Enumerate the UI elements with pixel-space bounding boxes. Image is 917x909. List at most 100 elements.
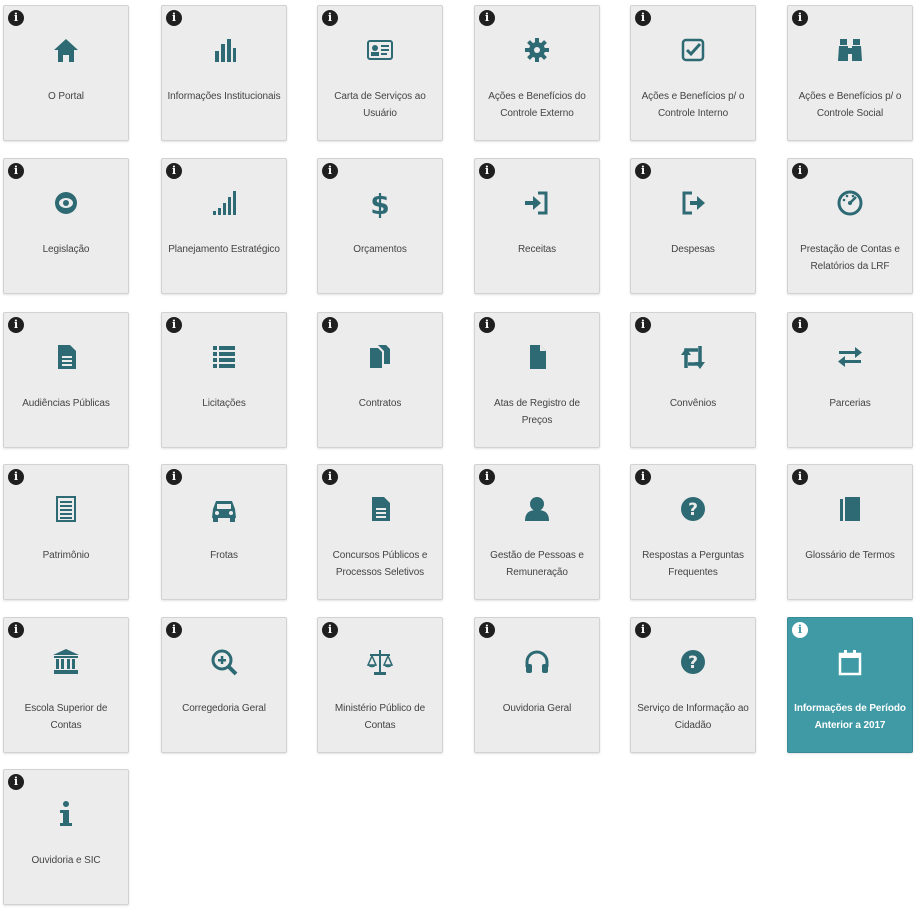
info-icon[interactable]: i xyxy=(635,622,651,638)
tile-checkbox-4[interactable]: i Ações e Benefícios p/ o Controle Intern… xyxy=(630,5,756,141)
tile-id-card-2[interactable]: i Carta de Serviços ao Usuário xyxy=(317,5,443,141)
info-icon[interactable]: i xyxy=(8,10,24,26)
document-icon xyxy=(46,337,86,377)
info-icon[interactable]: i xyxy=(792,163,808,179)
tile-binoculars-5[interactable]: i Ações e Benefícios p/ o Controle Social xyxy=(787,5,913,141)
svg-text:?: ? xyxy=(688,653,698,673)
tile-label: Convênios xyxy=(669,398,717,409)
tile-label: Ministério Público de Contas xyxy=(334,703,426,731)
svg-text:?: ? xyxy=(688,500,698,520)
info-icon[interactable]: i xyxy=(792,469,808,485)
info-icon[interactable]: i xyxy=(479,469,495,485)
tile-signal-7[interactable]: i Planejamento Estratégico xyxy=(161,158,287,294)
tile-label: Gestão de Pessoas e Remuneração xyxy=(490,550,584,578)
tile-headphones-27[interactable]: i Ouvidoria Geral xyxy=(474,617,600,753)
tile-document-12[interactable]: i Audiências Públicas xyxy=(3,312,129,448)
id-card-icon xyxy=(360,30,400,70)
info-icon[interactable]: i xyxy=(635,163,651,179)
eye-icon xyxy=(46,183,86,223)
info-icon[interactable]: i xyxy=(8,774,24,790)
tile-sign-out-10[interactable]: i Despesas xyxy=(630,158,756,294)
tile-label: Glossário de Termos xyxy=(805,550,895,561)
tile-eye-6[interactable]: i Legislação xyxy=(3,158,129,294)
tile-files-14[interactable]: i Contratos xyxy=(317,312,443,448)
tile-sign-in-9[interactable]: i Receitas xyxy=(474,158,600,294)
tile-calendar-29[interactable]: i Informações de Período Anterior a 2017 xyxy=(787,617,913,753)
bank-icon xyxy=(46,642,86,682)
tile-file-15[interactable]: i Atas de Registro de Preços xyxy=(474,312,600,448)
tile-gear-3[interactable]: i Ações e Benefícios do Controle Externo xyxy=(474,5,600,141)
tile-list-13[interactable]: i Licitações xyxy=(161,312,287,448)
tile-bar-chart-1[interactable]: i Informações Institucionais xyxy=(161,5,287,141)
retweet-icon xyxy=(673,337,713,377)
tile-label: Informações Institucionais xyxy=(167,91,281,102)
info-icon[interactable]: i xyxy=(635,10,651,26)
info-icon[interactable]: i xyxy=(479,317,495,333)
tile-label: Carta de Serviços ao Usuário xyxy=(334,91,426,119)
info-icon[interactable]: i xyxy=(166,163,182,179)
tile-label: Legislação xyxy=(42,244,90,255)
transparency-tile-grid: i O Portal i Informações Institucionais i Car… xyxy=(0,0,917,909)
tile-retweet-16[interactable]: i Convênios xyxy=(630,312,756,448)
tile-label: Ações e Benefícios p/ o Controle Interno xyxy=(641,91,745,119)
tile-label: Receitas xyxy=(517,244,557,255)
tile-ledger-18[interactable]: i Patrimônio xyxy=(3,464,129,600)
tile-zoom-in-25[interactable]: i Corregedoria Geral xyxy=(161,617,287,753)
info-icon[interactable]: i xyxy=(322,469,338,485)
info-icon[interactable]: i xyxy=(8,622,24,638)
info-icon[interactable]: i xyxy=(8,163,24,179)
tile-balance-scale-26[interactable]: i Ministério Público de Contas xyxy=(317,617,443,753)
tile-label: Orçamentos xyxy=(353,244,407,255)
headphones-icon xyxy=(517,642,557,682)
files-icon xyxy=(360,337,400,377)
tile-label: Corregedoria Geral xyxy=(182,703,266,714)
checkbox-icon xyxy=(673,30,713,70)
info-icon[interactable]: i xyxy=(322,10,338,26)
info-icon[interactable]: i xyxy=(166,469,182,485)
tile-question-28[interactable]: i? Serviço de Informação ao Cidadão xyxy=(630,617,756,753)
tile-exchange-17[interactable]: i Parcerias xyxy=(787,312,913,448)
tile-label: Informações de Período Anterior a 2017 xyxy=(794,703,906,731)
tile-label: Frotas xyxy=(210,550,238,561)
tile-label: Serviço de Informação ao Cidadão xyxy=(637,703,749,731)
tile-label: Concursos Públicos e Processos Seletivos xyxy=(332,550,428,578)
bar-chart-icon xyxy=(204,30,244,70)
book-icon xyxy=(830,489,870,529)
info-icon[interactable]: i xyxy=(322,622,338,638)
info-icon[interactable]: i xyxy=(635,469,651,485)
tile-book-23[interactable]: i Glossário de Termos xyxy=(787,464,913,600)
info-icon[interactable]: i xyxy=(166,317,182,333)
tile-bank-24[interactable]: i Escola Superior de Contas xyxy=(3,617,129,753)
binoculars-icon xyxy=(830,30,870,70)
sign-in-icon xyxy=(517,183,557,223)
tile-label: Contratos xyxy=(358,398,402,409)
info-icon[interactable]: i xyxy=(792,10,808,26)
info-icon[interactable]: i xyxy=(166,10,182,26)
info-icon[interactable]: i xyxy=(8,469,24,485)
info-icon[interactable]: i xyxy=(322,317,338,333)
info-icon[interactable]: i xyxy=(479,10,495,26)
tile-user-21[interactable]: i Gestão de Pessoas e Remuneração xyxy=(474,464,600,600)
tile-dashboard-11[interactable]: i Prestação de Contas e Relatórios da LRF xyxy=(787,158,913,294)
info-icon[interactable]: i xyxy=(8,317,24,333)
user-icon xyxy=(517,489,557,529)
info-icon[interactable]: i xyxy=(479,622,495,638)
svg-text:$: $ xyxy=(370,188,389,218)
info-icon[interactable]: i xyxy=(166,622,182,638)
info-icon[interactable]: i xyxy=(792,317,808,333)
tile-label: Ações e Benefícios p/ o Controle Social xyxy=(798,91,902,119)
tile-label: Ações e Benefícios do Controle Externo xyxy=(488,91,586,119)
info-icon[interactable]: i xyxy=(635,317,651,333)
balance-scale-icon xyxy=(360,642,400,682)
tile-dollar-8[interactable]: i $ Orçamentos xyxy=(317,158,443,294)
tile-document-20[interactable]: i Concursos Públicos e Processos Seletivo… xyxy=(317,464,443,600)
info-icon[interactable]: i xyxy=(322,163,338,179)
tile-question-22[interactable]: i? Respostas a Perguntas Frequentes xyxy=(630,464,756,600)
tile-info-letter-30[interactable]: i Ouvidoria e SIC xyxy=(3,769,129,905)
exchange-icon xyxy=(830,337,870,377)
info-icon[interactable]: i xyxy=(479,163,495,179)
tile-home-0[interactable]: i O Portal xyxy=(3,5,129,141)
info-icon[interactable]: i xyxy=(792,622,808,638)
tile-car-19[interactable]: i Frotas xyxy=(161,464,287,600)
car-icon xyxy=(204,489,244,529)
